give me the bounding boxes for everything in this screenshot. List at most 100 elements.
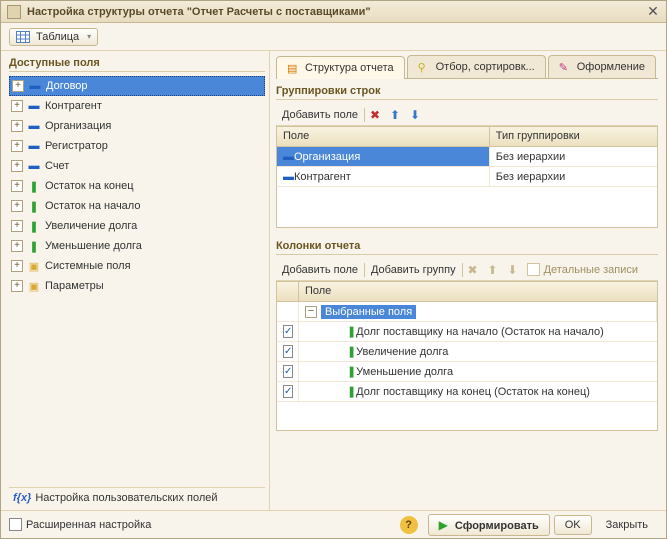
available-fields-title: Доступные поля xyxy=(9,57,265,72)
tree-item[interactable]: + ▬ Контрагент xyxy=(9,96,265,116)
checkbox[interactable]: ✓ xyxy=(283,365,293,378)
tree-item[interactable]: + ❚ Остаток на начало xyxy=(9,196,265,216)
tree-item[interactable]: + ❚ Уменьшение долга xyxy=(9,236,265,256)
resource-icon: ❚ xyxy=(27,220,41,233)
checkbox[interactable]: ✓ xyxy=(283,385,293,398)
resource-icon: ❚ xyxy=(347,325,356,338)
resource-icon: ❚ xyxy=(347,385,356,398)
tree-item[interactable]: +❚Остаток на конец xyxy=(9,176,265,196)
tree-item-label: Регистратор xyxy=(45,140,108,152)
delete-icon[interactable]: ✖ xyxy=(365,108,385,122)
tree-item[interactable]: +▬Организация xyxy=(9,116,265,136)
tab-structure-label: Структура отчета xyxy=(305,62,394,74)
tree-item-label: Параметры xyxy=(45,280,104,292)
expand-icon[interactable]: + xyxy=(11,140,23,152)
expand-icon[interactable]: + xyxy=(12,80,24,92)
columns-grid-header: Поле xyxy=(299,282,657,301)
tree-item[interactable]: + ▬ Регистратор xyxy=(9,136,265,156)
user-fields-label: Настройка пользовательских полей xyxy=(35,492,217,504)
expand-icon[interactable]: + xyxy=(11,160,23,172)
resource-icon: ❚ xyxy=(347,345,356,358)
column-row[interactable]: ✓ ❚Увеличение долга xyxy=(277,342,657,362)
close-icon[interactable]: ✕ xyxy=(644,4,662,20)
checkbox[interactable]: ✓ xyxy=(283,325,293,338)
help-icon[interactable]: ? xyxy=(400,516,418,534)
user-fields-link[interactable]: f{x} Настройка пользовательских полей xyxy=(9,487,265,508)
tab-bar: ▤ Структура отчета ⚲ Отбор, сортировк...… xyxy=(276,55,658,79)
attribute-icon: ▬ xyxy=(27,100,41,112)
available-fields-tree[interactable]: +▬Договор+▬Контрагент+▬Организация+▬Реги… xyxy=(9,76,265,487)
grid-header-type: Тип группировки xyxy=(490,127,657,146)
attribute-icon: ▬ xyxy=(27,140,41,152)
detail-records-checkbox[interactable]: Детальные записи xyxy=(527,263,638,276)
tab-filter-label: Отбор, сортировк... xyxy=(436,61,535,73)
column-row[interactable]: ✓ ❚Долг поставщику на конец (Остаток на к… xyxy=(277,382,657,402)
tree-item-label: Контрагент xyxy=(45,100,102,112)
tree-item[interactable]: +▣Системные поля xyxy=(9,256,265,276)
chevron-down-icon: ▾ xyxy=(87,32,91,41)
detail-records-label: Детальные записи xyxy=(544,264,638,276)
tree-item[interactable]: +▬Счет xyxy=(9,156,265,176)
extended-settings-label: Расширенная настройка xyxy=(26,519,151,531)
close-button[interactable]: Закрыть xyxy=(596,516,658,534)
arrow-up-icon[interactable]: ⬆ xyxy=(385,108,405,122)
arrow-down-icon-disabled: ⬇ xyxy=(503,263,523,277)
play-icon: ▶ xyxy=(439,518,448,532)
columns-grid[interactable]: Поле − Выбранные поля ✓❚Долг поставщику … xyxy=(276,281,658,431)
groupings-grid[interactable]: Поле Тип группировки ▬ОрганизацияБез иер… xyxy=(276,126,658,228)
collapse-icon[interactable]: − xyxy=(305,306,317,318)
table-icon xyxy=(16,31,30,43)
expand-icon[interactable]: + xyxy=(11,120,23,132)
column-row[interactable]: ✓❚Уменьшение долга xyxy=(277,362,657,382)
expand-icon[interactable]: + xyxy=(11,200,23,212)
add-group-button[interactable]: Добавить группу xyxy=(365,264,462,276)
grouping-row[interactable]: ▬КонтрагентБез иерархии xyxy=(277,167,657,187)
column-row[interactable]: ✓❚Долг поставщику на начало (Остаток на … xyxy=(277,322,657,342)
filter-icon: ⚲ xyxy=(418,61,432,74)
tree-item[interactable]: + ▣ Параметры xyxy=(9,276,265,296)
form-button[interactable]: ▶ Сформировать xyxy=(428,514,550,536)
expand-icon[interactable]: + xyxy=(11,180,23,192)
design-icon: ✎ xyxy=(559,61,573,74)
tree-item-label: Системные поля xyxy=(45,260,131,272)
top-toolbar: Таблица ▾ xyxy=(1,23,666,51)
grouping-type-label: Без иерархии xyxy=(490,167,657,186)
tree-item-label: Увеличение долга xyxy=(45,220,137,232)
expand-icon[interactable]: + xyxy=(11,220,23,232)
resource-icon: ❚ xyxy=(27,200,41,213)
grid-header-field: Поле xyxy=(277,127,490,146)
window-title: Настройка структуры отчета "Отчет Расчет… xyxy=(27,6,644,18)
grouping-row[interactable]: ▬ОрганизацияБез иерархии xyxy=(277,147,657,167)
extended-settings-checkbox[interactable]: Расширенная настройка xyxy=(9,518,400,531)
arrow-down-icon[interactable]: ⬇ xyxy=(405,108,425,122)
ok-button[interactable]: OK xyxy=(554,515,592,535)
table-mode-button[interactable]: Таблица ▾ xyxy=(9,28,98,46)
tab-structure[interactable]: ▤ Структура отчета xyxy=(276,56,405,79)
selected-fields-node[interactable]: Выбранные поля xyxy=(321,305,416,319)
attribute-icon: ▬ xyxy=(27,120,41,132)
checkbox[interactable]: ✓ xyxy=(283,345,293,358)
footer-bar: Расширенная настройка ? ▶ Сформировать O… xyxy=(1,510,666,538)
column-field-label: Увеличение долга xyxy=(356,346,448,358)
attribute-icon: ▬ xyxy=(283,151,294,163)
right-panel: ▤ Структура отчета ⚲ Отбор, сортировк...… xyxy=(270,51,666,510)
add-field-button[interactable]: Добавить поле xyxy=(276,109,364,121)
tree-item[interactable]: +▬Договор xyxy=(9,76,265,96)
attribute-icon: ▬ xyxy=(27,160,41,172)
expand-icon[interactable]: + xyxy=(11,100,23,112)
expand-icon[interactable]: + xyxy=(11,280,23,292)
resource-icon: ❚ xyxy=(27,240,41,253)
expand-icon[interactable]: + xyxy=(11,260,23,272)
column-field-label: Долг поставщику на конец (Остаток на кон… xyxy=(356,386,590,398)
tab-filter[interactable]: ⚲ Отбор, сортировк... xyxy=(407,55,546,78)
table-mode-label: Таблица xyxy=(36,31,79,43)
tree-item[interactable]: + ❚ Увеличение долга xyxy=(9,216,265,236)
available-fields-panel: Доступные поля +▬Договор+▬Контрагент+▬Ор… xyxy=(1,51,270,510)
tab-design[interactable]: ✎ Оформление xyxy=(548,55,656,78)
folder-icon: ▣ xyxy=(27,280,41,293)
add-field-button-cols[interactable]: Добавить поле xyxy=(276,264,364,276)
expand-icon[interactable]: + xyxy=(11,240,23,252)
tree-item-label: Остаток на начало xyxy=(45,200,140,212)
groupings-title: Группировки строк xyxy=(276,85,658,100)
tree-item-label: Уменьшение долга xyxy=(45,240,142,252)
